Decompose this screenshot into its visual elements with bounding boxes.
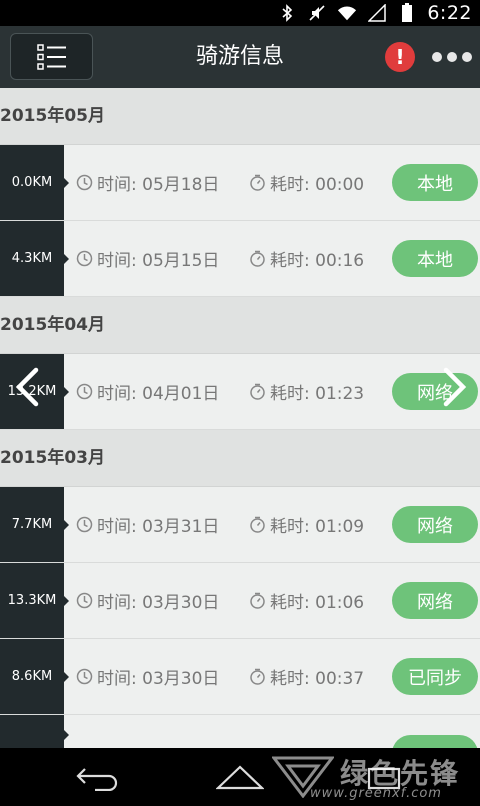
ride-distance: 4.3KM: [0, 221, 69, 296]
ride-time: 时间: 04月01日: [76, 354, 219, 429]
source-tag-button[interactable]: 本地: [392, 240, 478, 277]
wifi-icon: [337, 3, 357, 23]
ride-distance: [0, 715, 69, 748]
ride-time: 时间: 05月15日: [76, 221, 219, 296]
ride-row[interactable]: 0.0KM 时间: 05月18日 耗时: 00:00 本地: [0, 145, 480, 221]
more-options-icon[interactable]: [432, 48, 472, 66]
bluetooth-icon: [277, 3, 297, 23]
ride-row[interactable]: 4.3KM 时间: 05月15日 耗时: 00:16 本地: [0, 221, 480, 297]
battery-icon: [397, 3, 417, 23]
month-header: 2015年05月: [0, 88, 480, 145]
status-time: 6:22: [427, 2, 472, 24]
ride-row[interactable]: 13.2KM 时间: 04月01日 耗时: 01:23 网络: [0, 354, 480, 430]
stopwatch-icon: [250, 250, 265, 267]
stopwatch-icon: [250, 592, 265, 609]
ride-time: 时间: 03月30日: [76, 563, 219, 638]
ride-duration: 耗时: 01:06: [249, 563, 364, 638]
ride-distance: 0.0KM: [0, 145, 69, 220]
clock-icon: [76, 516, 93, 533]
source-tag-button[interactable]: 已同步: [392, 658, 478, 695]
stopwatch-icon: [250, 516, 265, 533]
list-menu-icon: [36, 43, 66, 70]
mute-icon: [307, 3, 327, 23]
ride-time: 时间: 03月31日: [76, 487, 219, 562]
ride-row[interactable]: 13.3KM 时间: 03月30日 耗时: 01:06 网络: [0, 563, 480, 639]
source-tag-button[interactable]: 本地: [392, 164, 478, 201]
ride-duration: 耗时: 00:00: [249, 145, 364, 220]
next-arrow-icon[interactable]: [440, 366, 470, 408]
ride-row[interactable]: 8.6KM 时间: 03月30日 耗时: 00:37 已同步: [0, 639, 480, 715]
source-tag-button[interactable]: 网络: [392, 582, 478, 619]
ride-duration: 耗时: 00:16: [249, 221, 364, 296]
ride-duration: 耗时: 01:23: [249, 354, 364, 429]
navigation-bar: [0, 748, 480, 806]
app-header: 骑游信息 !: [0, 26, 480, 88]
clock-icon: [76, 174, 93, 191]
source-tag-button[interactable]: [392, 735, 478, 748]
clock-icon: [76, 250, 93, 267]
back-icon[interactable]: [74, 760, 122, 794]
menu-button[interactable]: [10, 33, 93, 80]
month-header: 2015年03月: [0, 430, 480, 487]
stopwatch-icon: [250, 383, 265, 400]
ride-distance: 8.6KM: [0, 639, 69, 714]
clock-icon: [76, 383, 93, 400]
ride-list[interactable]: 2015年05月 0.0KM 时间: 05月18日 耗时: 00:00 本地 4…: [0, 88, 480, 748]
ride-row-partial[interactable]: [0, 715, 480, 748]
ride-distance: 7.7KM: [0, 487, 69, 562]
month-header: 2015年04月: [0, 297, 480, 354]
clock-icon: [76, 592, 93, 609]
stopwatch-icon: [250, 174, 265, 191]
status-bar: 6:22: [0, 0, 480, 26]
previous-arrow-icon[interactable]: [12, 366, 42, 408]
ride-distance: 13.3KM: [0, 563, 69, 638]
ride-duration: 耗时: 01:09: [249, 487, 364, 562]
signal-icon: [367, 3, 387, 23]
source-tag-button[interactable]: 网络: [392, 506, 478, 543]
ride-row[interactable]: 7.7KM 时间: 03月31日 耗时: 01:09 网络: [0, 487, 480, 563]
alert-icon[interactable]: !: [385, 42, 415, 72]
stopwatch-icon: [250, 668, 265, 685]
ride-time: 时间: 03月30日: [76, 639, 219, 714]
ride-time: 时间: 05月18日: [76, 145, 219, 220]
home-icon[interactable]: [216, 760, 264, 794]
ride-duration: 耗时: 00:37: [249, 639, 364, 714]
clock-icon: [76, 668, 93, 685]
recent-apps-icon[interactable]: [360, 760, 408, 794]
